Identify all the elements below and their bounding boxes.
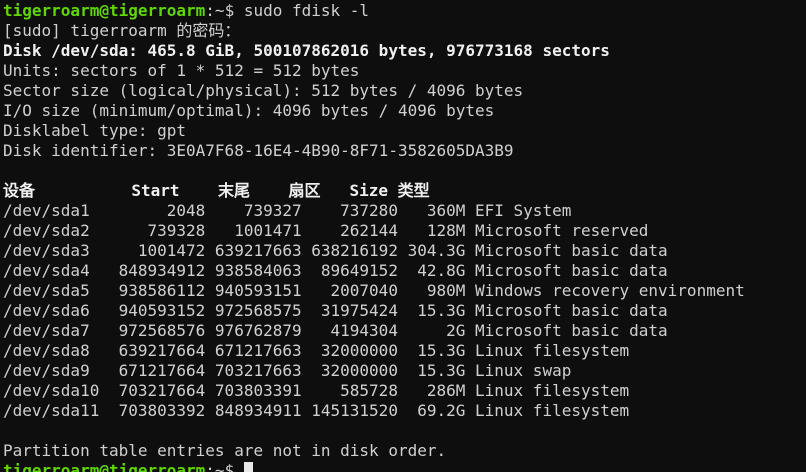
prompt-path: :~$ <box>205 461 235 472</box>
disk-identifier-line: Disk identifier: 3E0A7F68-16E4-4B90-8F71… <box>3 141 514 160</box>
disk-summary: Disk /dev/sda: 465.8 GiB, 500107862016 b… <box>3 41 610 60</box>
partition-row: /dev/sda10 703217664 703803391 585728 28… <box>3 381 630 400</box>
prompt-path: :~$ <box>205 1 235 20</box>
partition-order-warning: Partition table entries are not in disk … <box>3 441 447 460</box>
partition-row: /dev/sda5 938586112 940593151 2007040 98… <box>3 281 745 300</box>
command-line-current[interactable]: tigerroarm@tigerroarm:~$ <box>3 461 806 472</box>
partition-row: /dev/sda2 739328 1001471 262144 128M Mic… <box>3 221 649 240</box>
disklabel-line: Disklabel type: gpt <box>3 121 187 140</box>
partition-table: /dev/sda1 2048 739327 737280 360M EFI Sy… <box>3 201 806 421</box>
partition-row: /dev/sda7 972568576 976762879 4194304 2G… <box>3 321 668 340</box>
command-line: tigerroarm@tigerroarm:~$ sudo fdisk -l <box>3 1 806 21</box>
partition-table-header: 设备 Start 末尾 扇区 Size 类型 <box>3 181 430 200</box>
sector-size-line: Sector size (logical/physical): 512 byte… <box>3 81 524 100</box>
partition-row: /dev/sda11 703803392 848934911 145131520… <box>3 401 630 420</box>
command-text: sudo fdisk -l <box>234 1 370 20</box>
terminal-window[interactable]: tigerroarm@tigerroarm:~$ sudo fdisk -l [… <box>0 0 806 472</box>
partition-row: /dev/sda1 2048 739327 737280 360M EFI Sy… <box>3 201 572 220</box>
units-line: Units: sectors of 1 * 512 = 512 bytes <box>3 61 360 80</box>
prompt-user-host: tigerroarm@tigerroarm <box>3 461 206 472</box>
sudo-password-prompt: [sudo] tigerroarm 的密码： <box>3 21 241 40</box>
partition-row: /dev/sda9 671217664 703217663 32000000 1… <box>3 361 572 380</box>
partition-row: /dev/sda8 639217664 671217663 32000000 1… <box>3 341 630 360</box>
partition-row: /dev/sda6 940593152 972568575 31975424 1… <box>3 301 668 320</box>
prompt-user-host: tigerroarm@tigerroarm <box>3 1 206 20</box>
io-size-line: I/O size (minimum/optimal): 4096 bytes /… <box>3 101 495 120</box>
partition-row: /dev/sda4 848934912 938584063 89649152 4… <box>3 261 668 280</box>
text-cursor <box>243 462 253 472</box>
partition-row: /dev/sda3 1001472 639217663 638216192 30… <box>3 241 668 260</box>
